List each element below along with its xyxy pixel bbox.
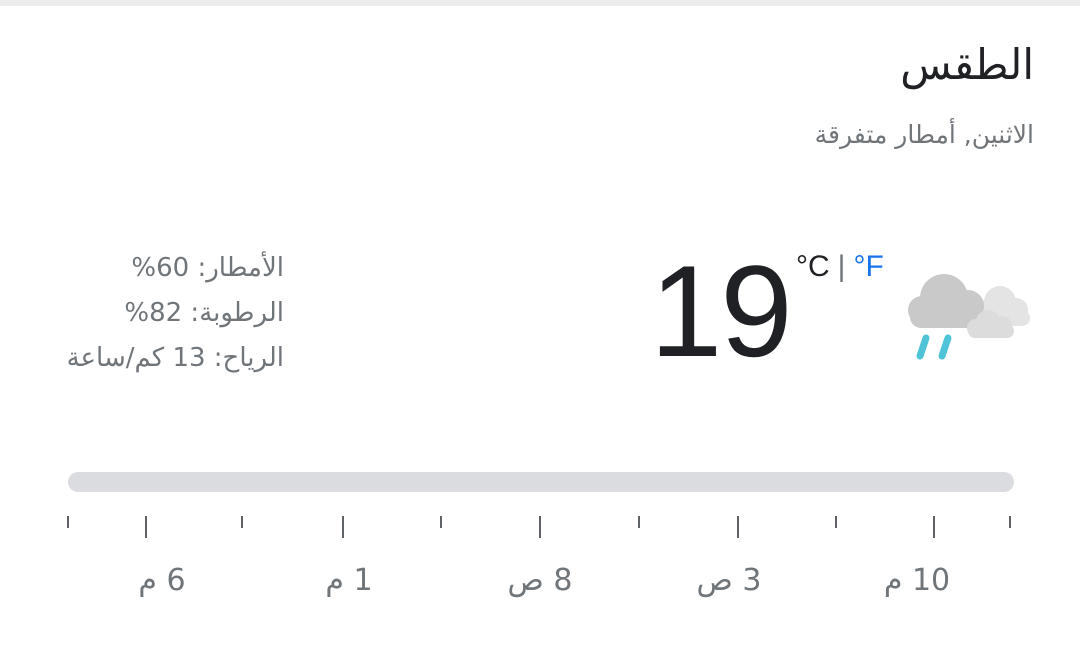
tick (737, 516, 739, 538)
tick (67, 516, 69, 528)
humidity-stat: الرطوبة: 82% (124, 298, 284, 328)
timeline-ticks (0, 516, 1080, 540)
card-title: الطقس (900, 40, 1034, 89)
tick (539, 516, 541, 538)
tick (241, 516, 243, 528)
celsius-unit[interactable]: °C (796, 250, 830, 283)
weather-card: الطقس الاثنين, أمطار متفرقة 19 °C | °F ا… (0, 0, 1080, 669)
time-label: 6 م (138, 563, 186, 598)
tick (835, 516, 837, 528)
rain-cloud-icon (908, 274, 1030, 360)
time-label: 8 ص (507, 563, 573, 598)
tick (342, 516, 344, 538)
time-label: 1 م (325, 563, 373, 598)
unit-switch: °C | °F (796, 250, 884, 284)
weather-stats: الأمطار: 60% الرطوبة: 82% الرياح: 13 كم/… (67, 246, 284, 381)
time-label: 10 م (883, 563, 951, 598)
unit-separator: | (837, 250, 846, 283)
timeline-bar[interactable] (68, 472, 1014, 492)
temperature-value: 19 (650, 238, 793, 384)
tick (933, 516, 935, 538)
tick (145, 516, 147, 538)
card-subtitle: الاثنين, أمطار متفرقة (814, 120, 1034, 149)
wind-stat: الرياح: 13 كم/ساعة (66, 343, 284, 373)
time-label: 3 ص (696, 563, 762, 598)
fahrenheit-unit[interactable]: °F (853, 250, 883, 283)
tick (638, 516, 640, 528)
tick (1009, 516, 1011, 528)
tick (440, 516, 442, 528)
precipitation-stat: الأمطار: 60% (131, 253, 284, 283)
rain-drops (916, 334, 952, 360)
